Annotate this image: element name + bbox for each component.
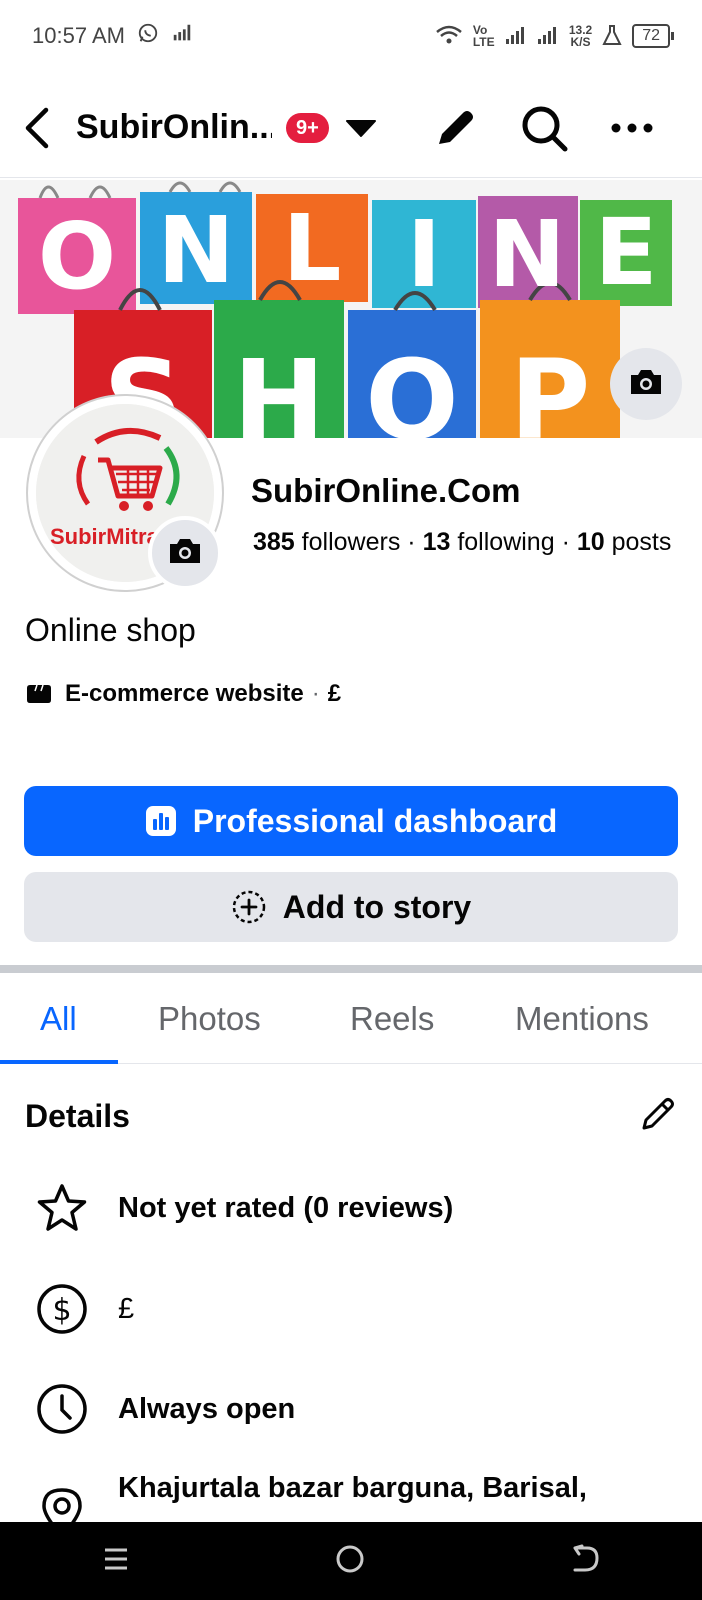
category-label: E-commerce website: [65, 680, 304, 707]
hours-row[interactable]: Always open: [36, 1383, 676, 1435]
search-icon[interactable]: [519, 103, 569, 153]
address-text: Khajurtala bazar barguna, Barisal,: [118, 1472, 587, 1504]
profile-tabs: All Photos Reels Mentions: [0, 974, 702, 1064]
following-label[interactable]: following: [457, 528, 554, 556]
pencil-icon[interactable]: [431, 104, 479, 152]
caret-down-icon[interactable]: [345, 117, 377, 139]
back-icon[interactable]: [569, 1544, 601, 1579]
category-icon: [25, 683, 53, 705]
camera-icon: [628, 367, 664, 402]
status-bar: 10:57 AM Vo LTE 13.2 K/S 72: [0, 0, 702, 72]
wifi-icon: [435, 24, 463, 49]
add-story-icon: [231, 889, 267, 925]
tab-all[interactable]: All: [40, 974, 77, 1064]
back-arrow-icon[interactable]: [24, 106, 50, 150]
svg-text:N: N: [158, 197, 235, 304]
active-tab-indicator: [0, 1060, 118, 1064]
svg-text:H: H: [233, 336, 325, 438]
status-time: 10:57 AM: [32, 23, 125, 48]
tab-mentions[interactable]: Mentions: [515, 974, 649, 1064]
profile-name: SubirOnline.Com: [251, 472, 521, 509]
dashboard-label: Professional dashboard: [192, 802, 558, 839]
signal-boost-icon: [171, 22, 193, 50]
notification-badge[interactable]: 9+: [286, 112, 329, 143]
tab-reels[interactable]: Reels: [350, 974, 434, 1064]
add-story-label: Add to story: [282, 888, 472, 925]
professional-dashboard-button[interactable]: Professional dashboard: [24, 786, 678, 856]
category-separator: ·: [311, 680, 320, 707]
dashboard-icon: [145, 805, 177, 837]
svg-text:O: O: [38, 203, 116, 310]
avatar-logo-text: SubirMitra: [50, 524, 160, 549]
svg-text:O: O: [365, 336, 459, 438]
cell-signal-icon: [537, 25, 559, 48]
rating-text: Not yet rated (0 reviews): [118, 1191, 454, 1224]
following-count[interactable]: 13: [423, 528, 451, 556]
profile-stats: 385 followers · 13 following · 10 posts: [253, 528, 671, 557]
star-icon: [36, 1182, 88, 1234]
profile-bio: Online shop: [25, 612, 196, 648]
menu-icon[interactable]: [101, 1544, 131, 1579]
page-category: E-commerce website · £: [25, 680, 341, 708]
cover-camera-button[interactable]: [610, 348, 682, 420]
tab-photos[interactable]: Photos: [158, 974, 261, 1064]
whatsapp-icon: [137, 22, 159, 50]
speed-unit: K/S: [570, 35, 591, 49]
page-title[interactable]: SubirOnlin...: [76, 108, 272, 147]
battery-icon: 72: [632, 24, 674, 48]
price-text: £: [118, 1292, 135, 1325]
edit-details-button[interactable]: [638, 1094, 678, 1139]
system-nav-bar: [0, 1522, 702, 1600]
stats-separator: ·: [561, 528, 570, 556]
svg-text:I: I: [407, 201, 441, 308]
pencil-outline-icon: [638, 1098, 678, 1138]
svg-text:N: N: [489, 201, 566, 308]
svg-text:$: $: [52, 1293, 71, 1328]
price-row: $ £: [36, 1283, 676, 1335]
add-to-story-button[interactable]: Add to story: [24, 872, 678, 942]
stats-separator: ·: [407, 528, 416, 556]
followers-count[interactable]: 385: [253, 528, 295, 556]
details-heading: Details: [25, 1098, 130, 1134]
posts-count: 10: [576, 528, 605, 556]
more-icon[interactable]: [611, 122, 653, 134]
price-range: £: [327, 680, 342, 707]
svg-text:P: P: [510, 336, 591, 438]
cell-signal-icon: [505, 25, 527, 48]
rating-row[interactable]: Not yet rated (0 reviews): [36, 1182, 676, 1234]
lab-icon: [602, 24, 622, 49]
camera-icon: [167, 536, 203, 571]
page-header: SubirOnlin... 9+: [0, 78, 702, 178]
hours-text: Always open: [118, 1392, 296, 1425]
avatar-camera-button[interactable]: [148, 516, 222, 590]
data-speed: 13.2 K/S: [569, 24, 592, 48]
clock-icon: [36, 1383, 88, 1435]
home-icon[interactable]: [334, 1543, 366, 1580]
posts-label: posts: [611, 528, 672, 556]
svg-text:L: L: [283, 195, 342, 302]
followers-label[interactable]: followers: [302, 528, 401, 556]
section-divider: [0, 965, 702, 973]
network-label: Vo LTE: [472, 23, 495, 49]
svg-text:E: E: [595, 199, 658, 306]
dollar-circle-icon: $: [36, 1283, 88, 1335]
